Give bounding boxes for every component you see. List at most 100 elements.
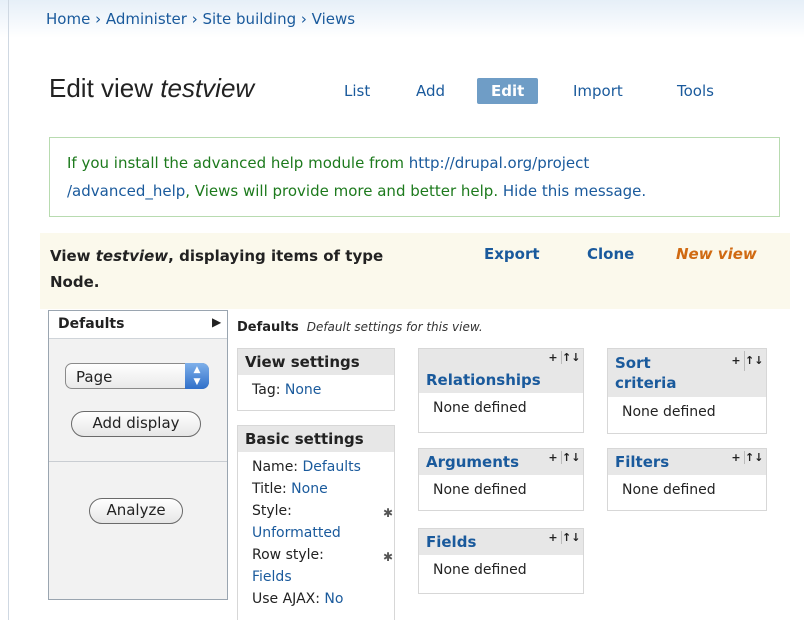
page-title-view-name: testview bbox=[160, 73, 255, 103]
tab-import[interactable]: Import bbox=[573, 82, 623, 100]
view-desc-name: testview bbox=[95, 247, 169, 265]
name-value-link[interactable]: Defaults bbox=[302, 459, 360, 475]
fields-title-link[interactable]: Fields bbox=[426, 533, 476, 551]
tab-add[interactable]: Add bbox=[416, 82, 445, 100]
sort-criteria-section: Sort criteria + ↑↓ None defined bbox=[607, 348, 767, 434]
row-style-value-link[interactable]: Fields bbox=[252, 569, 292, 585]
filters-icons: + ↑↓ bbox=[728, 451, 763, 464]
gear-icon[interactable]: ✱ bbox=[383, 546, 393, 568]
sort-criteria-title: Sort criteria + ↑↓ bbox=[608, 349, 766, 397]
add-icon[interactable]: + bbox=[728, 351, 744, 371]
ajax-value-link[interactable]: No bbox=[324, 591, 343, 607]
breadcrumb-separator: › bbox=[186, 10, 203, 28]
breadcrumb-views[interactable]: Views bbox=[312, 10, 355, 28]
relationships-title: Relationships + ↑↓ bbox=[419, 349, 583, 393]
view-description: View testview, displaying items of type N… bbox=[50, 243, 450, 295]
row-style-row: Row style: ✱ bbox=[252, 544, 393, 566]
title-row: Title: None bbox=[252, 478, 380, 500]
display-type-select[interactable]: Page ▲ ▼ bbox=[65, 363, 209, 389]
view-settings-body: Tag: None bbox=[238, 375, 394, 405]
filters-body: None defined bbox=[622, 482, 716, 498]
row-style-value-row: Fields bbox=[252, 566, 380, 588]
breadcrumb-administer[interactable]: Administer bbox=[106, 10, 187, 28]
help-message: If you install the advanced help module … bbox=[49, 137, 780, 217]
sort-criteria-body: None defined bbox=[622, 404, 716, 420]
breadcrumb: Home › Administer › Site building › View… bbox=[46, 10, 355, 28]
rearrange-icon[interactable]: ↑↓ bbox=[561, 531, 580, 544]
basic-settings-title: Basic settings bbox=[238, 426, 394, 452]
breadcrumb-site-building[interactable]: Site building bbox=[202, 10, 296, 28]
tab-edit[interactable]: Edit bbox=[477, 78, 539, 104]
relationships-icons: + ↑↓ bbox=[545, 351, 580, 364]
display-name: Defaults bbox=[237, 320, 299, 335]
display-type-value: Page bbox=[76, 368, 113, 386]
fields-icons: + ↑↓ bbox=[545, 531, 580, 544]
style-label: Style: bbox=[252, 503, 292, 519]
style-value-link[interactable]: Unformatted bbox=[252, 525, 341, 541]
display-tab-defaults[interactable]: Defaults ▶ bbox=[49, 311, 227, 339]
arguments-body: None defined bbox=[433, 482, 527, 498]
ajax-row: Use AJAX: No bbox=[252, 588, 380, 610]
help-project-link[interactable]: http://drupal.org/project bbox=[409, 154, 590, 172]
filters-title-link[interactable]: Filters bbox=[615, 453, 669, 471]
name-label: Name: bbox=[252, 459, 303, 475]
view-desc-prefix: View bbox=[50, 247, 96, 265]
sort-criteria-icons: + ↑↓ bbox=[728, 351, 763, 371]
display-description: Default settings for this view. bbox=[306, 320, 483, 334]
view-settings-title: View settings bbox=[238, 349, 394, 375]
row-style-label: Row style: bbox=[252, 547, 324, 563]
arguments-title-link[interactable]: Arguments bbox=[426, 453, 519, 471]
export-link[interactable]: Export bbox=[484, 245, 540, 263]
breadcrumb-home[interactable]: Home bbox=[46, 10, 90, 28]
view-desc-type: Node. bbox=[50, 273, 100, 291]
sort-criteria-title-link[interactable]: Sort criteria bbox=[615, 354, 676, 392]
style-row: Style: ✱ bbox=[252, 500, 393, 522]
display-settings-area: Defaults Default settings for this view. … bbox=[229, 310, 780, 620]
tab-tools[interactable]: Tools bbox=[677, 82, 714, 100]
rearrange-icon[interactable]: ↑↓ bbox=[561, 451, 580, 464]
help-text-after: , Views will provide more and better hel… bbox=[185, 182, 503, 200]
arguments-title: Arguments + ↑↓ bbox=[419, 449, 583, 475]
title-label: Title: bbox=[252, 481, 292, 497]
display-header: Defaults Default settings for this view. bbox=[237, 320, 483, 335]
relationships-body: None defined bbox=[433, 400, 527, 416]
arguments-section: Arguments + ↑↓ None defined bbox=[418, 448, 584, 511]
basic-settings-body: Name: Defaults Title: None Style: ✱ Unfor… bbox=[238, 452, 394, 614]
page-left-border bbox=[8, 0, 9, 620]
breadcrumb-separator: › bbox=[90, 10, 106, 28]
add-icon[interactable]: + bbox=[728, 451, 744, 464]
display-tab-label: Defaults bbox=[58, 316, 125, 332]
gear-icon[interactable]: ✱ bbox=[383, 502, 393, 524]
help-project-link-cont[interactable]: /advanced_help bbox=[67, 182, 185, 200]
view-desc-suffix: , displaying items of type bbox=[168, 247, 384, 265]
add-icon[interactable]: + bbox=[545, 351, 561, 364]
tab-list[interactable]: List bbox=[344, 82, 370, 100]
rearrange-icon[interactable]: ↑↓ bbox=[561, 351, 580, 364]
tag-value-link[interactable]: None bbox=[285, 382, 322, 398]
relationships-section: Relationships + ↑↓ None defined bbox=[418, 348, 584, 433]
page-title-prefix: Edit view bbox=[49, 73, 161, 103]
relationships-title-link[interactable]: Relationships bbox=[426, 371, 541, 389]
title-value-link[interactable]: None bbox=[291, 481, 328, 497]
fields-body: None defined bbox=[433, 562, 527, 578]
breadcrumb-bar: Home › Administer › Site building › View… bbox=[0, 0, 804, 38]
ajax-label: Use AJAX: bbox=[252, 591, 325, 607]
tag-label: Tag: bbox=[252, 382, 285, 398]
rearrange-icon[interactable]: ↑↓ bbox=[744, 351, 763, 371]
arguments-icons: + ↑↓ bbox=[545, 451, 580, 464]
breadcrumb-separator: › bbox=[296, 10, 312, 28]
filters-section: Filters + ↑↓ None defined bbox=[607, 448, 767, 511]
view-info-bar: View testview, displaying items of type N… bbox=[40, 233, 790, 309]
add-display-button[interactable]: Add display bbox=[71, 411, 201, 437]
rearrange-icon[interactable]: ↑↓ bbox=[744, 451, 763, 464]
hide-message-link[interactable]: Hide this message. bbox=[503, 182, 646, 200]
add-icon[interactable]: + bbox=[545, 451, 561, 464]
select-arrows-icon: ▲ ▼ bbox=[185, 363, 209, 389]
clone-link[interactable]: Clone bbox=[587, 245, 634, 263]
help-text: If you install the advanced help module … bbox=[67, 154, 409, 172]
analyze-button[interactable]: Analyze bbox=[89, 498, 183, 524]
new-view-link[interactable]: New view bbox=[676, 245, 757, 263]
displays-panel: Defaults ▶ Page ▲ ▼ Add display Analyze bbox=[48, 310, 228, 600]
sort-criteria-title-line1: Sort bbox=[615, 354, 651, 372]
add-icon[interactable]: + bbox=[545, 531, 561, 544]
